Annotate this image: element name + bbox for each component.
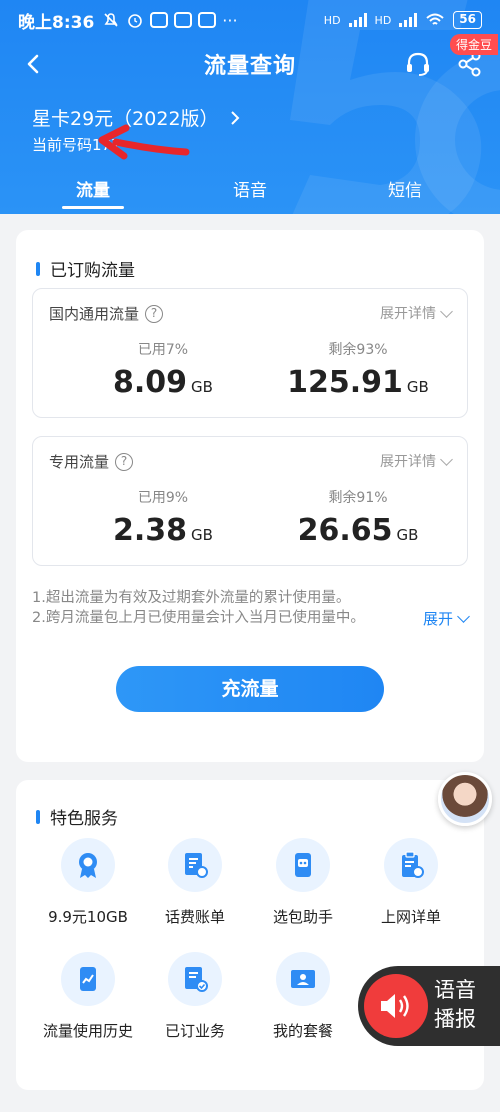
service-item[interactable]: 话费账单 xyxy=(140,838,250,927)
back-arrow-icon[interactable] xyxy=(20,50,48,78)
help-icon[interactable]: ? xyxy=(145,304,164,323)
service-item[interactable]: 上网详单 xyxy=(356,838,466,927)
battery-indicator: 56 xyxy=(453,11,482,29)
section-title: 已订购流量 xyxy=(50,261,135,281)
remaining-value: 26.65 xyxy=(297,513,393,548)
chevron-down-icon xyxy=(457,610,470,623)
used-percent: 已用9% xyxy=(137,490,189,506)
app-notification-icon xyxy=(150,12,169,28)
used-value: 8.09 xyxy=(113,365,188,400)
recharge-data-button[interactable]: 充流量 xyxy=(116,666,384,712)
chevron-right-icon xyxy=(230,110,239,125)
bill-icon xyxy=(185,853,208,878)
special-data-label: 专用流量 xyxy=(49,453,110,471)
used-percent: 已用7% xyxy=(137,342,189,358)
remaining-value: 125.91 xyxy=(287,365,403,400)
wifi-icon xyxy=(426,13,444,25)
header: 晚上8:36 ··· HD HD 56 流量查询 得金豆 星卡29元（2022版… xyxy=(0,0,500,214)
service-item[interactable]: 9.9元10GB xyxy=(33,838,143,927)
remaining-percent: 剩余93% xyxy=(328,342,388,358)
chevron-down-icon xyxy=(440,304,453,318)
alarm-icon xyxy=(128,14,143,28)
active-tab-indicator xyxy=(62,206,124,209)
signal-icon xyxy=(348,13,367,27)
doc-check-icon xyxy=(185,967,208,992)
page-title: 流量查询 xyxy=(203,54,296,79)
help-icon[interactable]: ? xyxy=(115,452,134,471)
gold-bean-badge[interactable]: 得金豆 xyxy=(449,34,498,55)
domestic-data-label: 国内通用流量 xyxy=(49,305,140,323)
id-card-icon xyxy=(291,970,315,988)
mute-bell-icon xyxy=(104,13,118,27)
tab-sms[interactable]: 短信 xyxy=(365,176,445,201)
medal-icon xyxy=(79,853,97,878)
speaker-icon xyxy=(381,994,409,1018)
domestic-data-box: 国内通用流量 ? 展开详情 已用7% 8.09 GB 剩余93% 125.91 GB xyxy=(32,288,468,418)
status-time: 晚上8:36 xyxy=(18,12,95,33)
chart-phone-icon xyxy=(80,967,96,991)
clipboard-icon xyxy=(402,851,424,878)
status-bar: 晚上8:36 ··· HD HD 56 xyxy=(0,0,500,40)
remaining-percent: 剩余91% xyxy=(328,490,388,506)
customer-service-icon[interactable] xyxy=(404,50,432,78)
network-type: HD xyxy=(374,13,392,27)
service-item[interactable]: 我的套餐 xyxy=(248,952,358,1041)
chevron-down-icon xyxy=(440,452,453,466)
notes-expand-button[interactable]: 展开 xyxy=(423,608,470,629)
app-notification-icon xyxy=(198,12,217,28)
expand-details-button[interactable]: 展开详情 xyxy=(380,303,453,323)
more-icon: ··· xyxy=(222,10,238,30)
used-value: 2.38 xyxy=(113,513,188,548)
red-annotation-arrow-icon xyxy=(98,124,190,160)
signal-icon xyxy=(399,13,418,27)
voice-broadcast-button[interactable]: 语音 播报 xyxy=(358,966,500,1046)
usage-notes: 1.超出流量为有效及过期套外流量的累计使用量。 2.跨月流量包上月已使用量会计入… xyxy=(32,590,365,626)
assistant-avatar[interactable] xyxy=(438,772,492,826)
special-data-box: 专用流量 ? 展开详情 已用9% 2.38 GB 剩余91% 26.65 GB xyxy=(32,436,468,566)
tab-voice[interactable]: 语音 xyxy=(210,176,290,201)
expand-details-button[interactable]: 展开详情 xyxy=(380,451,453,471)
service-item[interactable]: 选包助手 xyxy=(248,838,358,927)
service-item[interactable]: 流量使用历史 xyxy=(33,952,143,1041)
tab-data[interactable]: 流量 xyxy=(53,176,133,201)
network-type: HD xyxy=(323,13,341,27)
service-item[interactable]: 已订业务 xyxy=(140,952,250,1041)
robot-icon xyxy=(295,853,311,877)
subscribed-data-card: 已订购流量 国内通用流量 ? 展开详情 已用7% 8.09 GB 剩余93% 12… xyxy=(16,230,484,762)
section-title: 特色服务 xyxy=(50,809,118,829)
tab-bar: 流量 语音 短信 xyxy=(0,176,500,214)
app-notification-icon xyxy=(174,12,193,28)
